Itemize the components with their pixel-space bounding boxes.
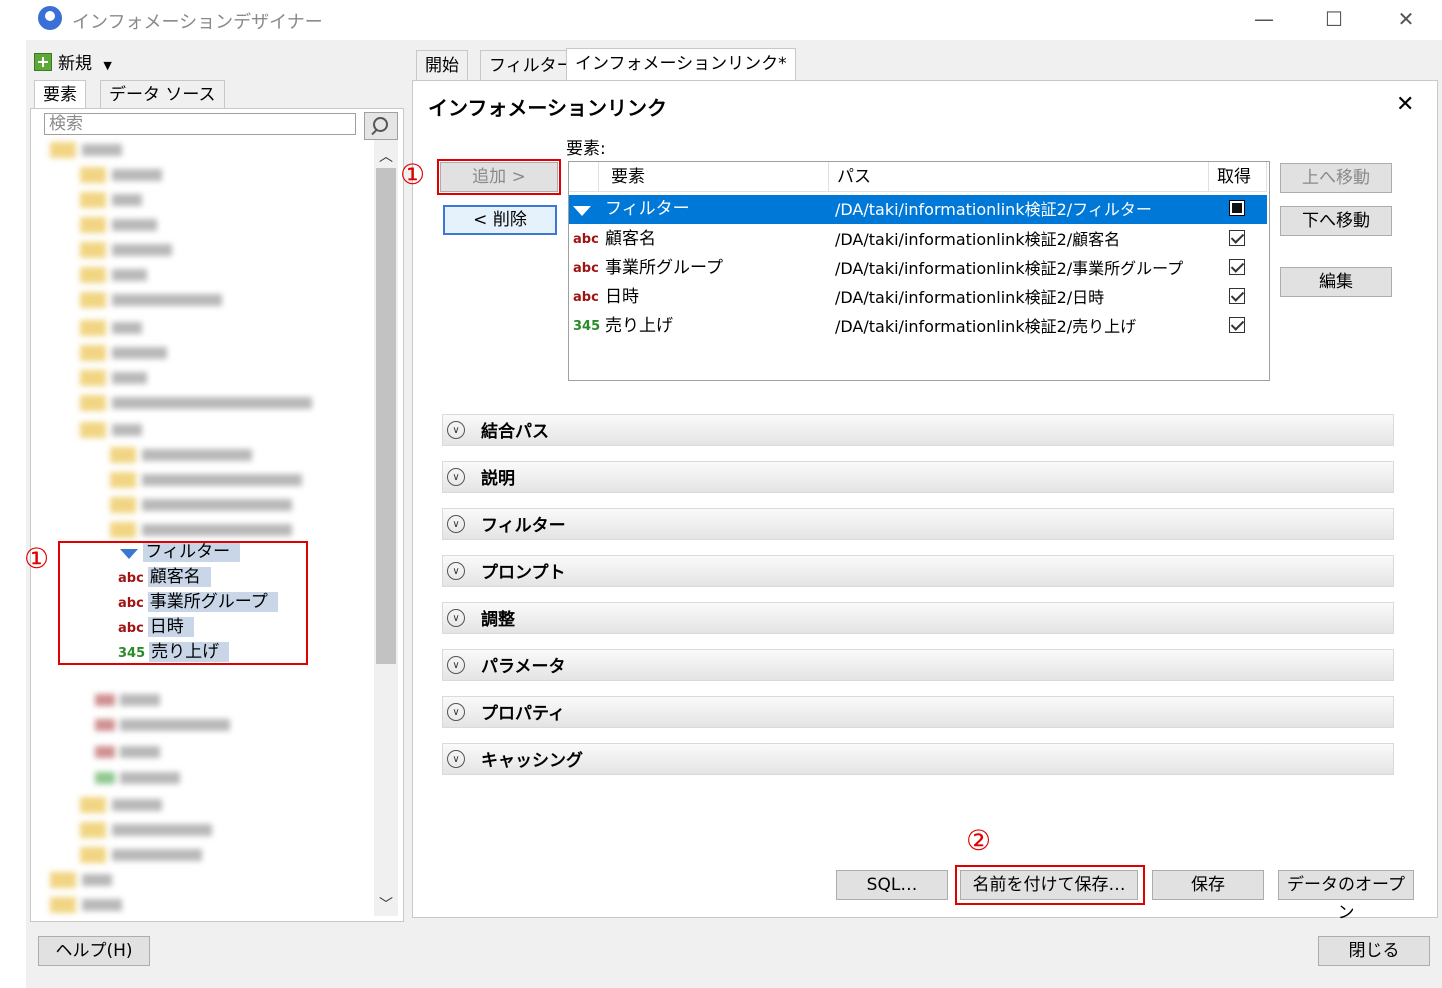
row-path: /DA/taki/informationlink検証2/日時 (835, 288, 1105, 307)
row-path: /DA/taki/informationlink検証2/顧客名 (835, 230, 1121, 249)
chevron-down-icon: ∨ (447, 750, 465, 768)
tree-scrollbar-thumb[interactable] (376, 168, 396, 664)
row-element-name: 顧客名 (605, 229, 656, 249)
section-description[interactable]: ∨ 説明 (442, 461, 1394, 493)
tab-data-source[interactable]: データ ソース (100, 80, 225, 109)
close-icon[interactable]: ✕ (1396, 92, 1414, 117)
row-element-name: 日時 (605, 287, 639, 307)
app-lightbulb-icon (38, 6, 62, 30)
add-icon (34, 53, 52, 71)
elements-label: 要素: (566, 139, 606, 159)
dropdown-arrow-icon: ▼ (103, 59, 112, 72)
table-row[interactable]: フィルター /DA/taki/informationlink検証2/フィルター (569, 195, 1267, 224)
table-row[interactable]: abc 顧客名 /DA/taki/informationlink検証2/顧客名 (569, 225, 1267, 254)
table-row[interactable]: abc 事業所グループ /DA/taki/informationlink検証2/… (569, 254, 1267, 283)
edit-button[interactable]: 編集 (1280, 267, 1392, 297)
close-window-button[interactable]: ✕ (1386, 6, 1426, 32)
section-conditioning[interactable]: ∨ 調整 (442, 602, 1394, 634)
section-title: パラメータ (481, 657, 566, 677)
minimize-button[interactable]: — (1244, 6, 1284, 32)
highlight-box-add (437, 159, 561, 195)
tab-information-link[interactable]: インフォメーションリンク* (566, 48, 796, 80)
move-up-button[interactable]: 上へ移動 (1280, 163, 1392, 193)
save-button[interactable]: 保存 (1152, 870, 1264, 900)
section-title: プロンプト (481, 563, 566, 583)
chevron-down-icon: ∨ (447, 656, 465, 674)
tab-start[interactable]: 開始 (416, 50, 468, 80)
retrieve-checkbox[interactable] (1229, 288, 1245, 304)
search-icon[interactable] (364, 112, 398, 140)
column-header-retrieve[interactable]: 取得 (1209, 162, 1267, 192)
remove-button[interactable]: < 削除 (443, 205, 557, 235)
elements-table: 要素 パス 取得 フィルター /DA/taki/informationlink検… (568, 161, 1270, 381)
row-element-name: 売り上げ (605, 316, 673, 336)
annotation-1-tree: ① (24, 542, 50, 575)
numeric-type-icon: 345 (573, 319, 601, 334)
chevron-down-icon: ∨ (447, 515, 465, 533)
section-title: 調整 (481, 610, 515, 630)
new-button[interactable]: 新規 ▼ (34, 52, 112, 76)
open-data-button[interactable]: データのオープン (1278, 870, 1414, 923)
section-join-path[interactable]: ∨ 結合パス (442, 414, 1394, 446)
column-header-element[interactable]: 要素 (599, 162, 829, 192)
row-element-name: 事業所グループ (605, 258, 723, 278)
scroll-down-icon[interactable]: ﹀ (374, 894, 398, 914)
search-input[interactable] (44, 113, 356, 135)
retrieve-checkbox[interactable] (1229, 200, 1245, 216)
chevron-down-icon: ∨ (447, 421, 465, 439)
page-title: インフォメーションリンク (428, 96, 667, 120)
sql-button[interactable]: SQL… (836, 870, 948, 900)
maximize-button[interactable]: ☐ (1314, 6, 1354, 32)
highlight-box-save-as (955, 865, 1145, 905)
column-header-path[interactable]: パス (829, 162, 1209, 192)
table-row[interactable]: 345 売り上げ /DA/taki/informationlink検証2/売り上… (569, 312, 1267, 341)
string-type-icon: abc (573, 290, 599, 305)
chevron-down-icon: ∨ (447, 609, 465, 627)
window-title: インフォメーションデザイナー (72, 12, 323, 33)
column-header-icon (569, 162, 599, 192)
section-title: フィルター (481, 516, 566, 536)
help-button[interactable]: ヘルプ(H) (38, 936, 150, 966)
row-path: /DA/taki/informationlink検証2/売り上げ (835, 317, 1137, 336)
section-title: キャッシング (481, 751, 583, 771)
retrieve-checkbox[interactable] (1229, 230, 1245, 246)
row-path: /DA/taki/informationlink検証2/事業所グループ (835, 259, 1184, 278)
chevron-down-icon: ∨ (447, 562, 465, 580)
chevron-down-icon: ∨ (447, 468, 465, 486)
row-path: /DA/taki/informationlink検証2/フィルター (835, 200, 1152, 219)
string-type-icon: abc (573, 261, 599, 276)
annotation-1-add: ① (400, 158, 426, 191)
string-type-icon: abc (573, 232, 599, 247)
section-title: 結合パス (481, 422, 549, 442)
table-row[interactable]: abc 日時 /DA/taki/informationlink検証2/日時 (569, 283, 1267, 312)
section-parameters[interactable]: ∨ パラメータ (442, 649, 1394, 681)
section-caching[interactable]: ∨ キャッシング (442, 743, 1394, 775)
section-title: プロパティ (481, 704, 565, 724)
section-filter[interactable]: ∨ フィルター (442, 508, 1394, 540)
row-element-name: フィルター (605, 199, 690, 219)
section-prompt[interactable]: ∨ プロンプト (442, 555, 1394, 587)
close-button[interactable]: 閉じる (1318, 936, 1430, 966)
chevron-down-icon: ∨ (447, 703, 465, 721)
retrieve-checkbox[interactable] (1229, 317, 1245, 333)
move-down-button[interactable]: 下へ移動 (1280, 206, 1392, 236)
new-label: 新規 (58, 54, 92, 74)
scroll-up-icon[interactable]: ︿ (374, 146, 398, 166)
retrieve-checkbox[interactable] (1229, 259, 1245, 275)
annotation-2-save-as: ② (966, 824, 992, 857)
section-properties[interactable]: ∨ プロパティ (442, 696, 1394, 728)
tab-elements[interactable]: 要素 (34, 80, 86, 109)
filter-icon (573, 195, 601, 224)
highlight-box-tree (58, 541, 308, 665)
section-title: 説明 (481, 469, 515, 489)
